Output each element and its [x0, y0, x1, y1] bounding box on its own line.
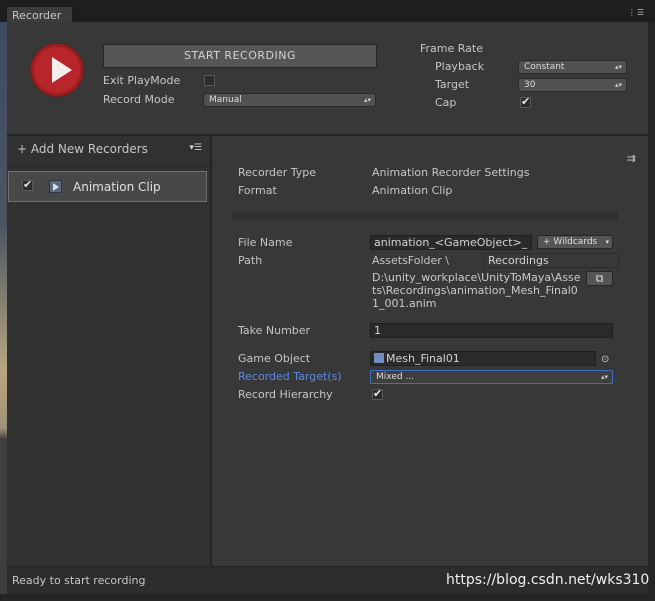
- playback-dropdown[interactable]: Constant ▴▾: [518, 60, 627, 74]
- chevron-down-icon: ▾: [605, 238, 609, 246]
- playback-label: Playback: [435, 60, 485, 73]
- window-right-edge: [648, 22, 655, 601]
- section-divider: [232, 212, 618, 220]
- wildcards-label: + Wildcards: [543, 237, 598, 247]
- list-options-icon[interactable]: ▾☰: [189, 143, 202, 153]
- title-bar: Recorder ⋮☰: [0, 0, 655, 23]
- recorder-enabled-checkbox[interactable]: [22, 178, 33, 191]
- recorder-settings-panel: ⇉ Recorder Type Animation Recorder Setti…: [214, 136, 648, 566]
- record-hierarchy-label: Record Hierarchy: [238, 388, 333, 401]
- take-number-label: Take Number: [238, 324, 311, 337]
- record-mode-value: Manual: [209, 95, 242, 105]
- dropdown-arrows-icon: ▴▾: [614, 63, 622, 71]
- path-folder-input[interactable]: Recordings: [484, 253, 619, 268]
- settings-preset-icon[interactable]: ⇉: [627, 152, 636, 165]
- object-picker-icon[interactable]: ⊙: [601, 354, 609, 365]
- open-folder-icon[interactable]: ⧉: [586, 271, 613, 286]
- recorded-targets-dropdown[interactable]: Mixed ... ▴▾: [370, 370, 613, 384]
- format-label: Format: [238, 184, 277, 197]
- path-label: Path: [238, 254, 263, 267]
- dropdown-arrows-icon: ▴▾: [600, 373, 608, 381]
- game-object-value: Mesh_Final01: [386, 352, 460, 365]
- frame-rate-label: Frame Rate: [420, 42, 483, 55]
- scene-background-strip: [0, 22, 7, 601]
- status-text: Ready to start recording: [12, 574, 146, 587]
- menu-icon[interactable]: ⋮☰: [628, 8, 645, 17]
- animation-clip-icon: [49, 180, 62, 193]
- start-recording-button[interactable]: START RECORDING: [103, 44, 377, 68]
- game-object-label: Game Object: [238, 352, 311, 365]
- recorder-type-value: Animation Recorder Settings: [372, 166, 530, 179]
- cap-checkbox[interactable]: [520, 95, 531, 108]
- recorder-header: START RECORDING Exit PlayMode Record Mod…: [7, 22, 648, 134]
- path-root-value: AssetsFolder \: [372, 254, 449, 267]
- list-item[interactable]: Animation Clip: [8, 171, 207, 202]
- take-number-input[interactable]: 1: [370, 323, 613, 338]
- recorder-item-label: Animation Clip: [73, 180, 161, 194]
- watermark-text: https://blog.csdn.net/wks310: [446, 572, 650, 588]
- exit-playmode-checkbox[interactable]: [204, 75, 215, 86]
- record-mode-dropdown[interactable]: Manual ▴▾: [203, 93, 376, 107]
- cap-label: Cap: [435, 96, 457, 109]
- window-bottom-edge: [0, 594, 655, 601]
- file-name-input[interactable]: animation_<GameObject>_: [370, 235, 532, 250]
- record-play-icon[interactable]: [31, 44, 83, 96]
- recorded-targets-value: Mixed ...: [376, 372, 415, 382]
- recorded-targets-label: Recorded Target(s): [238, 370, 342, 383]
- full-output-path: D:\unity_workplace\UnityToMaya\Assets\Re…: [372, 271, 581, 310]
- recorder-window: Recorder ⋮☰ START RECORDING Exit PlayMod…: [0, 0, 655, 601]
- target-label: Target: [435, 78, 470, 91]
- dropdown-arrows-icon: ▴▾: [363, 96, 371, 104]
- dropdown-arrows-icon: ▴▾: [614, 81, 622, 89]
- file-name-label: File Name: [238, 236, 293, 249]
- mesh-object-icon: [374, 353, 384, 363]
- tab-recorder[interactable]: Recorder: [6, 6, 73, 23]
- format-value: Animation Clip: [372, 184, 453, 197]
- recorders-list-panel: + Add New Recorders ▾☰ Animation Clip: [7, 136, 212, 566]
- target-dropdown[interactable]: 30 ▴▾: [518, 78, 627, 92]
- recorder-type-label: Recorder Type: [238, 166, 317, 179]
- record-mode-label: Record Mode: [103, 93, 175, 106]
- exit-playmode-label: Exit PlayMode: [103, 74, 181, 87]
- record-hierarchy-checkbox[interactable]: [372, 387, 383, 400]
- target-value: 30: [524, 80, 536, 90]
- playback-value: Constant: [524, 62, 565, 72]
- list-separator: [7, 166, 210, 167]
- add-new-recorders-button[interactable]: + Add New Recorders: [17, 142, 148, 156]
- wildcards-button[interactable]: + Wildcards ▾: [537, 235, 613, 249]
- game-object-field[interactable]: Mesh_Final01: [370, 351, 596, 366]
